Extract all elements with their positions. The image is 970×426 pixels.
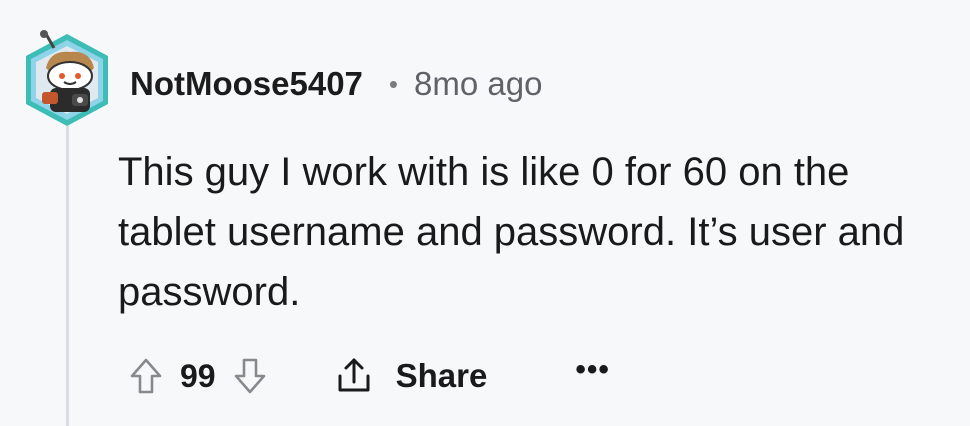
- action-bar: 99 Share •••: [126, 344, 610, 408]
- upvote-button[interactable]: [126, 353, 166, 399]
- snoo-avatar-icon: [26, 30, 108, 126]
- share-icon: [338, 358, 370, 392]
- share-label: Share: [395, 357, 488, 394]
- comment: NotMoose5407 • 8mo ago This guy I work w…: [0, 0, 970, 426]
- thread-line[interactable]: [66, 126, 69, 426]
- comment-header: NotMoose5407 • 8mo ago: [130, 60, 542, 108]
- arrow-down-icon: [234, 358, 265, 394]
- vote-count: 99: [180, 357, 216, 394]
- user-avatar[interactable]: [20, 28, 114, 132]
- share-button[interactable]: Share: [334, 356, 488, 396]
- timestamp[interactable]: 8mo ago: [414, 65, 542, 103]
- downvote-button[interactable]: [230, 353, 270, 399]
- comment-body: This guy I work with is like 0 for 60 on…: [118, 150, 905, 314]
- arrow-up-icon: [130, 358, 162, 394]
- separator-dot: •: [388, 68, 399, 99]
- more-options-icon[interactable]: •••: [575, 355, 610, 397]
- username-link[interactable]: NotMoose5407: [130, 65, 363, 103]
